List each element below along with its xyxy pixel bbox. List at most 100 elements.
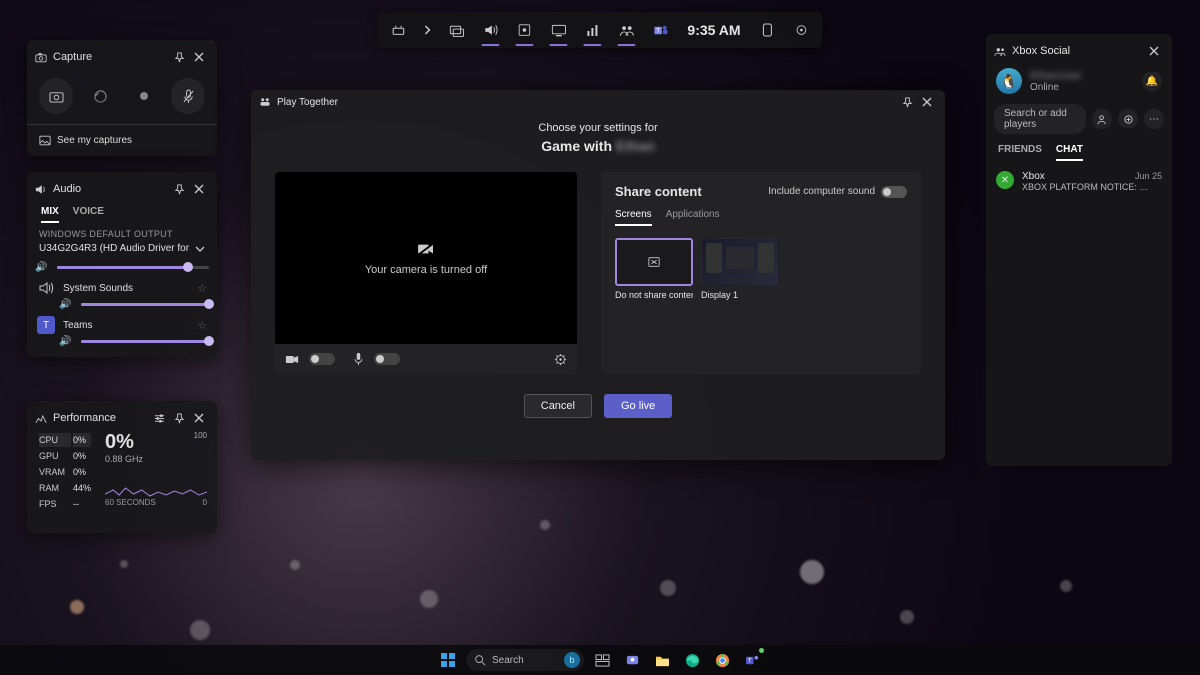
taskbar-app-explorer[interactable]	[650, 648, 674, 672]
looking-for-group-icon[interactable]	[1118, 109, 1138, 129]
tab-friends[interactable]: FRIENDS	[998, 144, 1042, 161]
taskbar-app-teams[interactable]: T	[740, 648, 764, 672]
chat-message-row[interactable]: ✕ Xbox Jun 25 XBOX PLATFORM NOTICE: Xbox…	[994, 165, 1164, 198]
gamebar-audio-icon[interactable]	[479, 12, 501, 48]
svg-text:T: T	[747, 657, 751, 664]
gamebar-expand-icon[interactable]	[421, 12, 433, 48]
user-avatar[interactable]: 🐧	[996, 68, 1022, 94]
close-icon[interactable]	[189, 179, 209, 199]
gamebar-resources-icon[interactable]	[581, 12, 603, 48]
gamebar-teams-icon[interactable]: T	[649, 12, 671, 48]
performance-title: Performance	[53, 412, 116, 424]
app-teams-label: Teams	[63, 320, 92, 331]
close-icon[interactable]	[1144, 41, 1164, 61]
perf-scale-min: 0	[203, 498, 207, 507]
perf-stats-table: CPU0% GPU0% VRAM0% RAM44% FPS--	[37, 431, 93, 513]
gamebar-capture-icon[interactable]	[445, 12, 467, 48]
svg-text:T: T	[656, 27, 660, 34]
pin-icon[interactable]	[169, 179, 189, 199]
screenshot-button[interactable]	[39, 78, 73, 114]
cancel-button[interactable]: Cancel	[524, 394, 592, 418]
xbox-social-widget: Xbox Social 🐧 EthanUser Online 🔔 Search …	[986, 34, 1172, 466]
perf-seconds-label: 60 SECONDS	[105, 498, 156, 507]
start-button[interactable]	[436, 648, 460, 672]
chevron-down-icon	[195, 245, 205, 253]
capture-widget: Capture See my captures	[27, 40, 217, 156]
favorite-icon[interactable]: ☆	[197, 282, 207, 295]
go-live-button[interactable]: Go live	[604, 394, 672, 418]
taskbar-app-teams-chat[interactable]	[620, 648, 644, 672]
perf-scale-max: 100	[194, 431, 207, 440]
gallery-icon	[39, 135, 51, 146]
video-toggle[interactable]	[309, 353, 335, 365]
gamebar-social-icon[interactable]	[615, 12, 637, 48]
gamebar-settings-icon[interactable]	[791, 12, 813, 48]
perf-main-value: 0%	[105, 431, 143, 454]
gamebar-performance-icon[interactable]	[513, 12, 535, 48]
tab-mix[interactable]: MIX	[41, 206, 59, 223]
see-my-captures-link[interactable]: See my captures	[35, 129, 209, 148]
speaker-small-icon: 🔊	[59, 336, 71, 347]
share-option-none[interactable]: Do not share content	[615, 238, 693, 300]
app-system-sounds-label: System Sounds	[63, 283, 133, 294]
mic-toggle[interactable]	[374, 353, 400, 365]
tab-screens[interactable]: Screens	[615, 209, 652, 226]
taskbar-search[interactable]: Search b	[466, 649, 584, 671]
video-icon	[285, 354, 299, 365]
device-settings-icon[interactable]	[554, 353, 567, 366]
social-title: Xbox Social	[1012, 45, 1070, 57]
taskbar-app-chrome[interactable]	[710, 648, 734, 672]
options-icon[interactable]	[149, 408, 169, 428]
speaker-icon	[37, 279, 55, 297]
message-preview: XBOX PLATFORM NOTICE: Xbox w…	[1022, 182, 1152, 192]
include-sound-label: Include computer sound	[768, 186, 875, 197]
people-icon	[994, 46, 1006, 57]
game-bar: T 9:35 AM	[377, 12, 822, 48]
close-icon[interactable]	[917, 92, 937, 112]
add-friend-icon[interactable]	[1092, 109, 1112, 129]
see-captures-label: See my captures	[57, 135, 132, 146]
capture-title: Capture	[53, 51, 92, 63]
gamebar-widget-icon[interactable]	[757, 12, 779, 48]
include-sound-toggle[interactable]	[881, 186, 907, 198]
mic-toggle-button[interactable]	[171, 78, 205, 114]
close-icon[interactable]	[189, 47, 209, 67]
pin-icon[interactable]	[897, 92, 917, 112]
performance-widget: Performance CPU0% GPU0% VRAM0% RAM44% FP…	[27, 401, 217, 533]
tab-voice[interactable]: VOICE	[73, 206, 104, 223]
notifications-icon[interactable]: 🔔	[1142, 71, 1162, 91]
gamebar-xbox-icon[interactable]	[387, 12, 409, 48]
output-device-name: U34G2G4R3 (HD Audio Driver for Dis…	[39, 243, 189, 254]
camera-off-icon	[417, 242, 435, 256]
play-together-dialog: Play Together Choose your settings for G…	[251, 90, 945, 460]
camera-preview: Your camera is turned off	[275, 172, 577, 346]
record-last-button[interactable]	[83, 78, 117, 114]
perf-sparkline	[105, 470, 207, 498]
camera-icon	[35, 52, 47, 63]
message-date: Jun 25	[1135, 171, 1162, 182]
favorite-icon[interactable]: ☆	[197, 319, 207, 332]
tab-chat[interactable]: CHAT	[1056, 144, 1083, 161]
dialog-title: Play Together	[277, 97, 897, 108]
camera-off-text: Your camera is turned off	[365, 264, 487, 276]
pin-icon[interactable]	[169, 47, 189, 67]
user-status: Online	[1030, 82, 1082, 93]
task-view-icon[interactable]	[590, 648, 614, 672]
tab-applications[interactable]: Applications	[666, 209, 720, 226]
audio-widget: Audio MIX VOICE WINDOWS DEFAULT OUTPUT U…	[27, 172, 217, 357]
master-volume-slider[interactable]	[57, 266, 209, 269]
system-sounds-slider[interactable]	[81, 303, 209, 306]
teams-slider[interactable]	[81, 340, 209, 343]
gamebar-clock: 9:35 AM	[683, 22, 744, 38]
pin-icon[interactable]	[169, 408, 189, 428]
search-players-input[interactable]: Search or add players	[994, 104, 1086, 134]
record-button[interactable]	[127, 78, 161, 114]
close-icon[interactable]	[189, 408, 209, 428]
more-icon[interactable]: ⋯	[1144, 109, 1164, 129]
output-device-selector[interactable]: U34G2G4R3 (HD Audio Driver for Dis…	[35, 241, 209, 256]
teams-app-icon: T	[37, 316, 55, 334]
gamebar-display-icon[interactable]	[547, 12, 569, 48]
taskbar-app-edge[interactable]	[680, 648, 704, 672]
share-option-display1[interactable]: Display 1	[701, 238, 779, 300]
teams-small-icon	[259, 96, 271, 108]
